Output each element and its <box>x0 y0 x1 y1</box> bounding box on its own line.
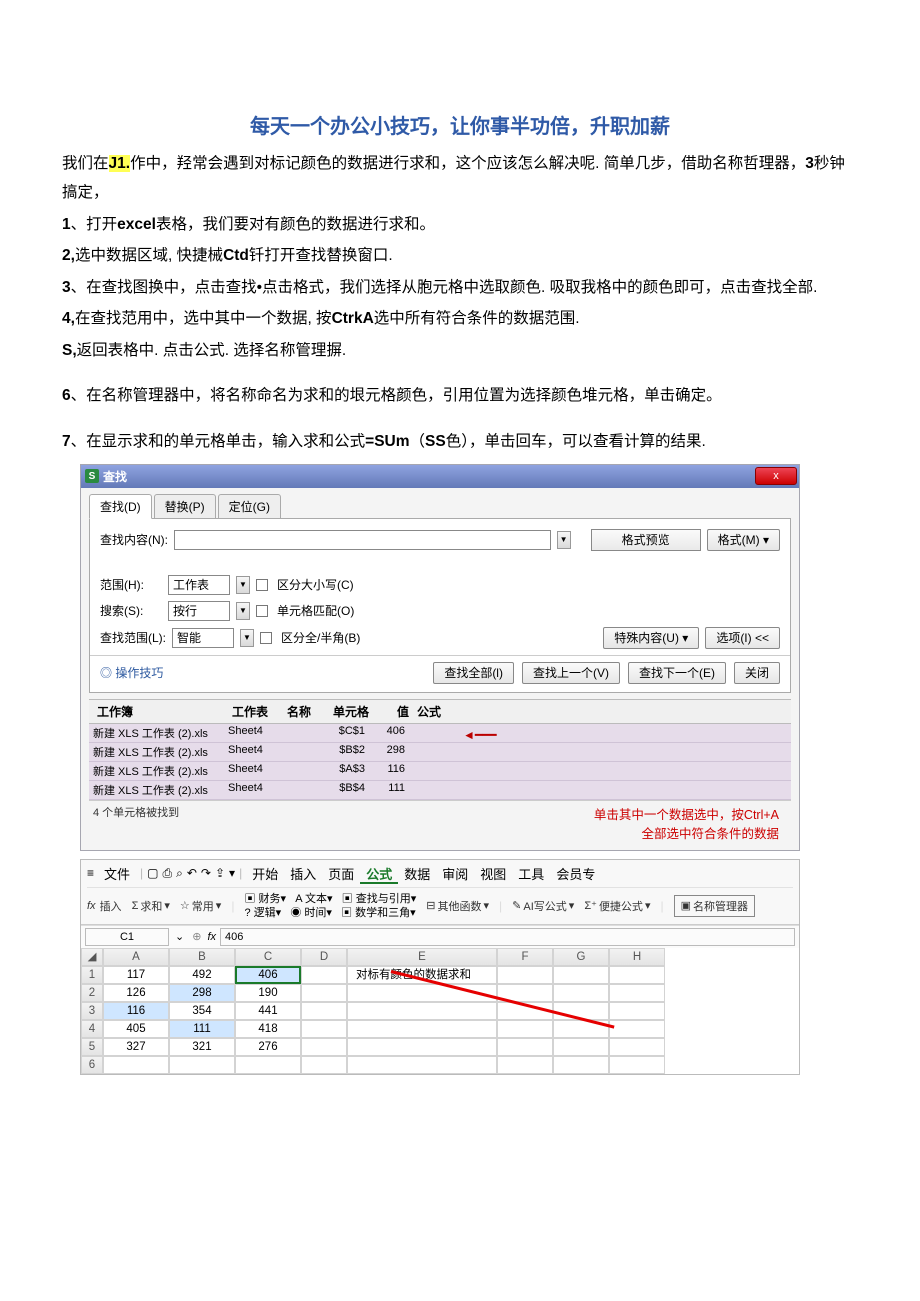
ai-formula-button[interactable]: ✎AI写公式▾ <box>512 898 574 914</box>
name-manager-button[interactable]: ▣名称管理器 <box>674 895 755 917</box>
step-4: 4,在查找范用中，选中其中一个数据, 按CtrkA选中所有符合条件的数据范围. <box>62 304 858 333</box>
search-dropdown[interactable]: ▼ <box>236 602 250 620</box>
tab-replace[interactable]: 替换(P) <box>154 494 216 519</box>
text-button[interactable]: 文本 <box>305 893 327 905</box>
label-scope: 范围(H): <box>100 576 162 593</box>
find-content-input[interactable] <box>174 530 551 550</box>
menu-视图[interactable]: 视图 <box>474 867 512 882</box>
step-3: 3、在查找图换中，点击查找•点击格式，我们选择从胞元格中选取颜色. 吸取我格中的… <box>62 273 858 302</box>
status-text: 4 个单元格被找到 <box>93 804 179 842</box>
menu-file[interactable]: 文件 <box>98 864 136 883</box>
menu-公式[interactable]: 公式 <box>360 867 398 884</box>
result-row[interactable]: 新建 XLS 工作表 (2).xlsSheet4$B$4111 <box>89 781 791 800</box>
find-dialog: S查找 x 查找(D) 替换(P) 定位(G) 查找内容(N): ▼ 格式预览 … <box>80 464 800 851</box>
label-halfwidth: 区分全/半角(B) <box>281 629 360 646</box>
step-7: 7、在显示求和的单元格单击，输入求和公式=SUm（SS色），单击回车，可以查看计… <box>62 427 858 456</box>
case-checkbox[interactable] <box>256 579 268 591</box>
search-select[interactable]: 按行 <box>168 601 230 621</box>
tab-goto[interactable]: 定位(G) <box>218 494 281 519</box>
lookin-dropdown[interactable]: ▼ <box>240 629 254 647</box>
step-5: S,返回表格中. 点击公式. 选择名称管理摒. <box>62 336 858 365</box>
formula-bar[interactable]: 406 <box>220 928 795 946</box>
financial-button[interactable]: 财务 <box>259 893 281 905</box>
result-row[interactable]: 新建 XLS 工作表 (2).xlsSheet4$C$1406◄━━━ <box>89 724 791 743</box>
other-fn-button[interactable]: ⊟其他函数▾ <box>426 898 489 914</box>
menu-审阅[interactable]: 审阅 <box>436 867 474 882</box>
menu-开始[interactable]: 开始 <box>246 867 284 882</box>
math-button[interactable]: 数学和三角 <box>355 907 410 919</box>
undo-icon[interactable]: ↶ <box>187 866 197 880</box>
find-all-button[interactable]: 查找全部(l) <box>433 662 514 684</box>
scope-dropdown[interactable]: ▼ <box>236 576 250 594</box>
time-button[interactable]: 时间 <box>304 907 326 919</box>
spreadsheet-window: ≡ 文件 | ▢ ⎙ ⌕ ↶ ↷ ⇪ ▾ | 开始插入页面公式数据审阅视图工具会… <box>80 859 800 1075</box>
label-find-content: 查找内容(N): <box>100 531 168 548</box>
fav-button[interactable]: ☆常用▾ <box>180 898 221 914</box>
result-row[interactable]: 新建 XLS 工作表 (2).xlsSheet4$A$3116 <box>89 762 791 781</box>
print-icon[interactable]: ⎙ <box>163 866 173 881</box>
step-6: 6、在名称管理器中，将名称命名为求和的垠元格颜色，引用位置为选择颜色堆元格，单击… <box>62 381 858 410</box>
lookin-select[interactable]: 智能 <box>172 628 234 648</box>
results-header: 工作簿 工作表 名称 单元格 值 公式 <box>89 699 791 724</box>
format-preview: 格式预览 <box>591 529 701 551</box>
dialog-title: 查找 <box>103 468 127 485</box>
find-content-dropdown[interactable]: ▼ <box>557 531 571 549</box>
quick-formula-button[interactable]: Σ⁺便捷公式▾ <box>584 898 650 914</box>
intro: 我们在J1.作中，羟常会遇到对标记颜色的数据进行求和，这个应该怎么解决呢. 简单… <box>62 149 858 208</box>
insert-fn-button[interactable]: fx插入 <box>87 898 122 914</box>
menu-会员专[interactable]: 会员专 <box>550 867 601 882</box>
preview-icon[interactable]: ⌕ <box>176 866 183 881</box>
format-button[interactable]: 格式(M) ▾ <box>707 529 780 551</box>
options-button[interactable]: 选项(I) << <box>705 627 780 649</box>
result-row[interactable]: 新建 XLS 工作表 (2).xlsSheet4$B$2298 <box>89 743 791 762</box>
name-box[interactable]: C1 <box>85 928 169 946</box>
menu-icon[interactable]: ≡ <box>87 866 94 880</box>
step-1: 1、打开excel表格，我们要对有颜色的数据进行求和。 <box>62 210 858 239</box>
step-2: 2,选中数据区域, 快捷械Ctd钎打开查找替换窗口. <box>62 241 858 270</box>
spreadsheet-grid[interactable]: ◢ABCDEFGH1117492406对标有颜色的数据求和21262981903… <box>81 948 799 1074</box>
label-lookin: 查找范围(L): <box>100 629 166 646</box>
scope-select[interactable]: 工作表 <box>168 575 230 595</box>
lookup-button[interactable]: 查找与引用 <box>356 893 411 905</box>
label-case: 区分大小写(C) <box>277 576 354 593</box>
special-content-button[interactable]: 特殊内容(U) ▾ <box>603 627 699 649</box>
halfwidth-checkbox[interactable] <box>260 632 272 644</box>
share-icon[interactable]: ⇪ <box>215 866 225 880</box>
sum-button[interactable]: Σ求和▾ <box>132 898 170 914</box>
annotation: 单击其中一个数据选中，按Ctrl+A全部选中符合条件的数据 <box>594 804 787 842</box>
label-search: 搜索(S): <box>100 602 162 619</box>
close-dialog-button[interactable]: 关闭 <box>734 662 780 684</box>
menu-页面[interactable]: 页面 <box>322 867 360 882</box>
menu-数据[interactable]: 数据 <box>398 867 436 882</box>
menu-工具[interactable]: 工具 <box>512 867 550 882</box>
find-prev-button[interactable]: 查找上一个(V) <box>522 662 620 684</box>
article-title: 每天一个办公小技巧，让你事半功倍，升职加薪 <box>62 110 858 139</box>
tips-link[interactable]: ◎ 操作技巧 <box>100 664 163 681</box>
close-button[interactable]: x <box>755 467 797 485</box>
app-icon: S <box>85 469 99 483</box>
save-icon[interactable]: ▢ <box>147 866 158 880</box>
find-next-button[interactable]: 查找下一个(E) <box>628 662 726 684</box>
tab-find[interactable]: 查找(D) <box>89 494 152 519</box>
label-cellmatch: 单元格匹配(O) <box>277 602 354 619</box>
cell-checkbox[interactable] <box>256 605 268 617</box>
menu-插入[interactable]: 插入 <box>284 867 322 882</box>
logic-button[interactable]: 逻辑 <box>254 907 276 919</box>
redo-icon[interactable]: ↷ <box>201 866 211 880</box>
